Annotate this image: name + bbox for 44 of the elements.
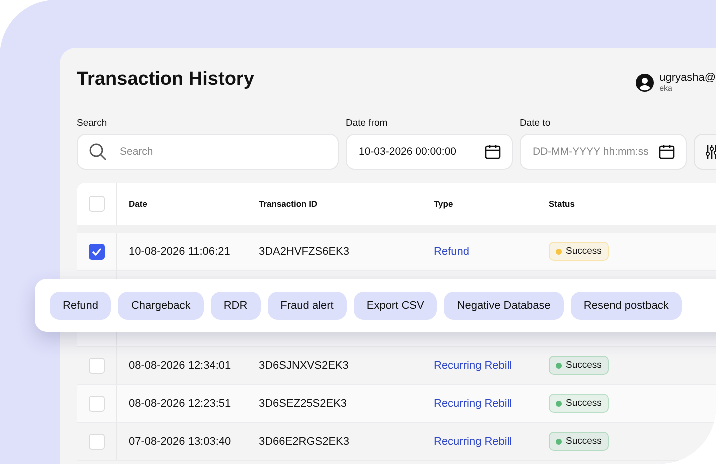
date-from-field[interactable]: 10-03-2026 00:00:00: [346, 134, 513, 170]
date-cell-text: 08-08-2026 12:23:51: [129, 398, 232, 410]
search-icon: [89, 143, 107, 161]
date-to-field[interactable]: DD-MM-YYYY hh:mm:ss: [520, 134, 687, 170]
date-cell-text: 07-08-2026 13:03:40: [129, 436, 232, 448]
status-badge: Success: [549, 356, 609, 375]
search-field[interactable]: Search: [77, 134, 339, 170]
user-name: eka: [660, 84, 674, 93]
user-avatar-icon: [636, 74, 654, 92]
date-cell-text: 10-08-2026 11:06:21: [129, 246, 232, 258]
column-header: Date: [129, 199, 148, 209]
transaction-id-cell-text: 3D6SJNXVS2EK3: [259, 360, 350, 372]
transaction-id-cell-text: 3D66E2RGS2EK3: [259, 436, 350, 448]
calendar-icon: [659, 144, 675, 160]
transaction-id-cell-text: 3DA2HVFZS6EK3: [259, 246, 350, 258]
status-badge: Success: [549, 432, 609, 451]
status-badge: Success: [549, 242, 609, 261]
action-button[interactable]: Export CSV: [354, 292, 438, 320]
transaction-id-cell-text: 3D6SEZ25S2EK3: [259, 398, 348, 410]
select-all-checkbox[interactable]: [88, 196, 104, 212]
row-checkbox[interactable]: [88, 244, 104, 260]
field-label: Date from: [346, 118, 389, 129]
status-badge: Success: [549, 394, 609, 413]
type-link[interactable]: Recurring Rebill: [434, 360, 549, 372]
type-link[interactable]: Refund: [434, 246, 549, 258]
check-icon: [92, 248, 102, 256]
action-button[interactable]: RDR: [210, 292, 261, 320]
column-header: Transaction ID: [259, 199, 319, 209]
calendar-icon: [485, 144, 501, 160]
user-email: ugryasha@: [660, 72, 716, 84]
type-link[interactable]: Recurring Rebill: [434, 436, 549, 448]
type-link[interactable]: Recurring Rebill: [434, 398, 549, 410]
date-cell-text: 08-08-2026 12:34:01: [129, 360, 232, 372]
column-header: Type: [434, 199, 454, 209]
sliders-icon: [706, 144, 716, 160]
action-button[interactable]: Refund: [50, 292, 112, 320]
page-title: Transaction History: [77, 69, 254, 91]
action-button[interactable]: Negative Database: [444, 292, 564, 320]
field-label: Date to: [520, 118, 552, 129]
field-label: Search: [77, 118, 108, 129]
column-header: Status: [549, 199, 576, 209]
action-button[interactable]: Fraud alert: [268, 292, 347, 320]
action-button[interactable]: Resend postback: [570, 292, 682, 320]
action-button[interactable]: Chargeback: [118, 292, 204, 320]
